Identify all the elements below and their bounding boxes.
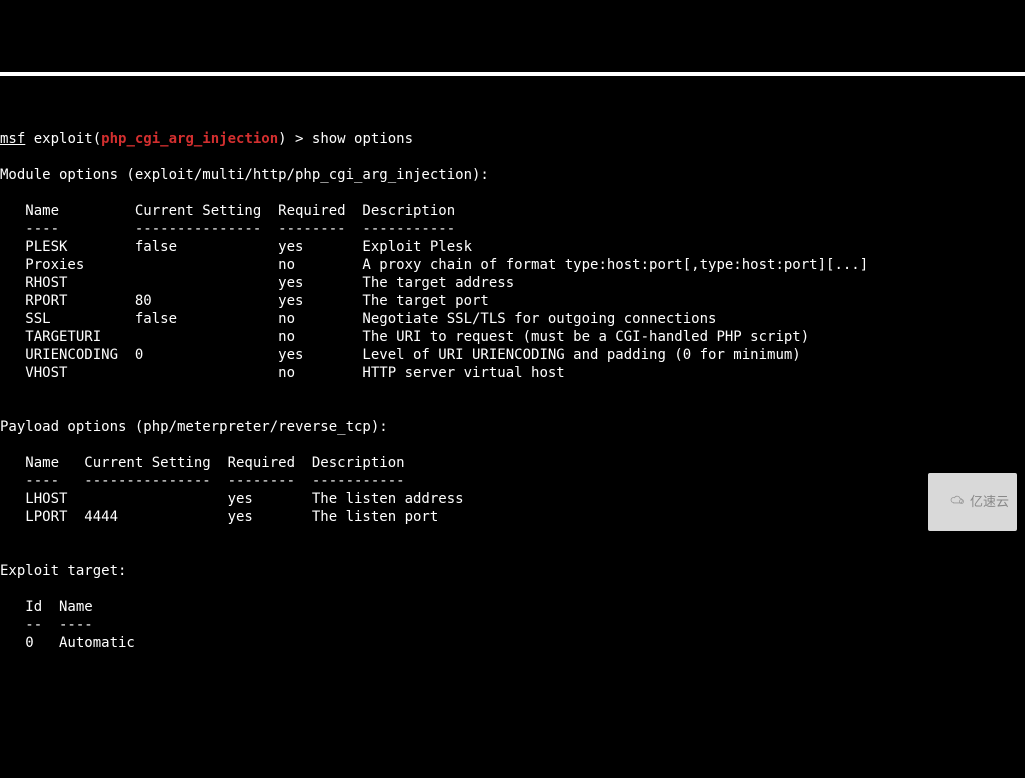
- watermark-text: 亿速云: [970, 493, 1009, 511]
- table-row: URIENCODING 0 yes Level of URI URIENCODI…: [0, 347, 801, 363]
- table-row: LPORT 4444 yes The listen port: [0, 509, 438, 525]
- table-row: RHOST yes The target address: [0, 275, 514, 291]
- module-name: php_cgi_arg_injection: [101, 131, 278, 147]
- module-table-divider: ---- --------------- -------- ----------…: [0, 221, 455, 237]
- exploit-word: exploit(: [25, 131, 101, 147]
- table-row: VHOST no HTTP server virtual host: [0, 365, 565, 381]
- table-row: TARGETURI no The URI to request (must be…: [0, 329, 809, 345]
- close-paren: ) >: [278, 131, 312, 147]
- window-top-border: [0, 72, 1025, 76]
- target-table-divider: -- ----: [0, 617, 93, 633]
- payload-table-divider: ---- --------------- -------- ----------…: [0, 473, 405, 489]
- payload-options-header: Payload options (php/meterpreter/reverse…: [0, 419, 388, 435]
- module-table-head: Name Current Setting Required Descriptio…: [0, 203, 455, 219]
- command-text: show options: [312, 131, 413, 147]
- table-row: Proxies no A proxy chain of format type:…: [0, 257, 868, 273]
- msf-label: msf: [0, 131, 25, 147]
- payload-table-head: Name Current Setting Required Descriptio…: [0, 455, 405, 471]
- table-row: RPORT 80 yes The target port: [0, 293, 489, 309]
- watermark-badge: 亿速云: [928, 473, 1017, 531]
- prompt-line[interactable]: msf exploit(php_cgi_arg_injection) > sho…: [0, 131, 413, 147]
- cloud-icon: [934, 475, 966, 529]
- terminal-output: msf exploit(php_cgi_arg_injection) > sho…: [0, 112, 1025, 652]
- module-options-header: Module options (exploit/multi/http/php_c…: [0, 167, 489, 183]
- exploit-target-header: Exploit target:: [0, 563, 126, 579]
- table-row: LHOST yes The listen address: [0, 491, 464, 507]
- table-row: SSL false no Negotiate SSL/TLS for outgo…: [0, 311, 716, 327]
- target-table-head: Id Name: [0, 599, 93, 615]
- table-row: 0 Automatic: [0, 635, 135, 651]
- table-row: PLESK false yes Exploit Plesk: [0, 239, 472, 255]
